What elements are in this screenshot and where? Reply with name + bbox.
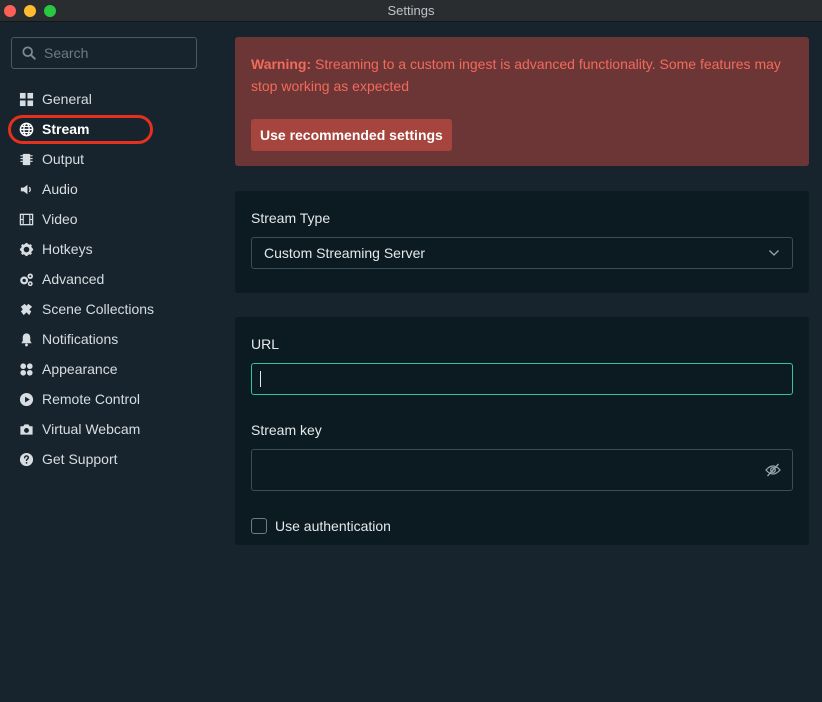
gears-icon — [18, 271, 34, 287]
sidebar-item-stream[interactable]: Stream — [0, 114, 215, 144]
play-circle-icon — [18, 391, 34, 407]
bell-icon — [18, 331, 34, 347]
sidebar-item-virtual-webcam[interactable]: Virtual Webcam — [0, 414, 215, 444]
sidebar-item-label: Output — [42, 151, 85, 167]
url-field[interactable] — [251, 363, 793, 395]
sidebar-item-scene-collections[interactable]: Scene Collections — [0, 294, 215, 324]
sidebar-item-output[interactable]: Output — [0, 144, 215, 174]
sidebar-item-general[interactable]: General — [0, 84, 215, 114]
sidebar-item-hotkeys[interactable]: Hotkeys — [0, 234, 215, 264]
sidebar-item-label: Remote Control — [42, 391, 141, 407]
use-authentication-label: Use authentication — [275, 518, 391, 534]
camera-icon — [18, 421, 34, 437]
stream-key-field[interactable] — [251, 449, 793, 491]
search-box[interactable] — [11, 37, 197, 69]
eye-slash-icon[interactable] — [765, 462, 781, 478]
sidebar-item-label: Notifications — [42, 331, 119, 347]
grid-icon — [18, 91, 34, 107]
window-title: Settings — [387, 3, 435, 18]
stream-type-label: Stream Type — [251, 210, 331, 226]
warning-banner: Warning: Streaming to a custom ingest is… — [235, 37, 809, 166]
film-icon — [18, 211, 34, 227]
sidebar-item-label: Scene Collections — [42, 301, 155, 317]
sidebar-item-remote-control[interactable]: Remote Control — [0, 384, 215, 414]
warning-message: Streaming to a custom ingest is advanced… — [251, 56, 781, 94]
question-icon — [18, 451, 34, 467]
warning-text: Warning: Streaming to a custom ingest is… — [251, 53, 793, 97]
sidebar-item-advanced[interactable]: Advanced — [0, 264, 215, 294]
gear-icon — [18, 241, 34, 257]
puzzle-icon — [18, 301, 34, 317]
server-settings-card: URL Stream key Use authentication — [235, 317, 809, 545]
search-input[interactable] — [44, 45, 184, 61]
speaker-icon — [18, 181, 34, 197]
stream-key-input[interactable] — [252, 450, 792, 490]
chip-icon — [18, 151, 34, 167]
sidebar-item-label: Video — [42, 211, 78, 227]
title-bar: Settings — [0, 0, 822, 22]
sidebar-item-get-support[interactable]: Get Support — [0, 444, 215, 474]
sidebar-item-audio[interactable]: Audio — [0, 174, 215, 204]
sidebar-item-appearance[interactable]: Appearance — [0, 354, 215, 384]
use-authentication-option[interactable]: Use authentication — [251, 518, 391, 534]
sidebar-item-label: Virtual Webcam — [42, 421, 141, 437]
sidebar-item-label: Stream — [42, 121, 90, 137]
url-input[interactable] — [252, 364, 792, 394]
stream-key-label: Stream key — [251, 422, 322, 438]
stream-type-value: Custom Streaming Server — [264, 245, 426, 261]
sidebar-item-label: General — [42, 91, 92, 107]
text-caret — [260, 371, 261, 387]
url-label: URL — [251, 336, 280, 352]
sidebar-item-video[interactable]: Video — [0, 204, 215, 234]
search-icon — [22, 46, 36, 60]
stream-type-select[interactable]: Custom Streaming Server — [251, 237, 793, 269]
stream-type-card: Stream Type Custom Streaming Server — [235, 191, 809, 293]
use-authentication-checkbox[interactable] — [251, 518, 267, 534]
chevron-down-icon — [769, 250, 779, 256]
sidebar-item-notifications[interactable]: Notifications — [0, 324, 215, 354]
settings-nav: General Stream Output Audio Video Hotkey… — [0, 84, 215, 474]
sidebar-item-label: Advanced — [42, 271, 105, 287]
use-recommended-settings-button[interactable]: Use recommended settings — [251, 119, 452, 151]
sidebar: General Stream Output Audio Video — [0, 22, 215, 702]
sidebar-item-label: Audio — [42, 181, 78, 197]
sidebar-item-label: Get Support — [42, 451, 118, 467]
palette-icon — [18, 361, 34, 377]
sidebar-item-label: Hotkeys — [42, 241, 93, 257]
warning-prefix: Warning: — [251, 56, 312, 72]
globe-icon — [18, 121, 34, 137]
sidebar-item-label: Appearance — [42, 361, 118, 377]
